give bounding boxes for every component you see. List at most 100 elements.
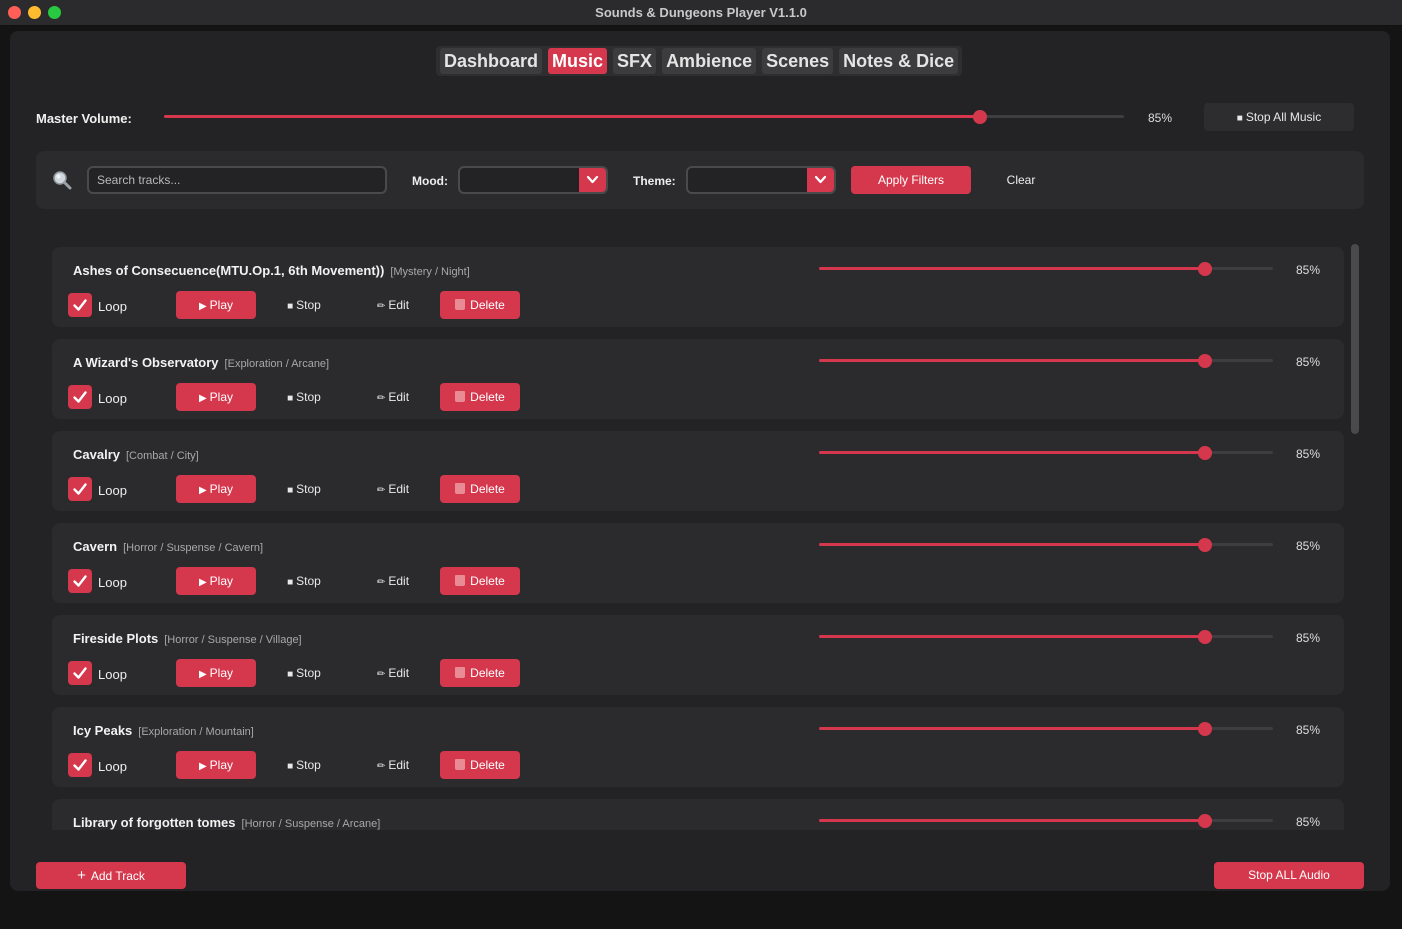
track-tags: [Mystery / Night]	[390, 266, 470, 278]
stop-icon: ■	[287, 301, 294, 312]
track-volume-slider[interactable]	[819, 261, 1273, 277]
apply-filters-button[interactable]: Apply Filters	[851, 166, 971, 194]
delete-button[interactable]: Delete	[440, 475, 520, 503]
track-list-scrollbar[interactable]	[1351, 244, 1359, 434]
pencil-icon: ✏	[376, 485, 386, 496]
tab-sfx[interactable]: SFX	[613, 48, 657, 74]
master-volume-slider[interactable]	[164, 109, 1124, 125]
tab-ambience[interactable]: Ambience	[662, 48, 757, 74]
play-button[interactable]: ▶ Play	[176, 751, 256, 779]
mood-dropdown-toggle[interactable]	[579, 168, 606, 192]
stop-button[interactable]: ■ Stop	[278, 751, 330, 779]
play-icon: ▶	[198, 669, 207, 680]
play-label: Play	[209, 574, 234, 588]
slider-thumb[interactable]	[1197, 262, 1212, 276]
chevron-down-icon	[814, 175, 827, 184]
edit-button[interactable]: ✏ Edit	[368, 659, 418, 687]
edit-button[interactable]: ✏ Edit	[368, 751, 418, 779]
mood-label: Mood:	[412, 174, 448, 188]
play-label: Play	[209, 758, 234, 772]
search-input[interactable]	[87, 166, 387, 194]
loop-checkbox[interactable]	[68, 753, 92, 777]
slider-thumb[interactable]	[973, 110, 987, 124]
track-name: Fireside Plots	[73, 631, 159, 646]
stop-button[interactable]: ■ Stop	[278, 475, 330, 503]
play-button[interactable]: ▶ Play	[176, 383, 256, 411]
edit-button[interactable]: ✏ Edit	[368, 383, 418, 411]
play-button[interactable]: ▶ Play	[176, 291, 256, 319]
stop-label: Stop	[296, 758, 321, 772]
loop-checkbox[interactable]	[68, 569, 92, 593]
track-name: Ashes of Consecuence(MTU.Op.1, 6th Movem…	[73, 263, 385, 278]
master-volume-label: Master Volume:	[36, 111, 132, 126]
play-button[interactable]: ▶ Play	[176, 475, 256, 503]
trash-icon	[455, 391, 466, 402]
loop-checkbox[interactable]	[68, 385, 92, 409]
slider-thumb[interactable]	[1197, 814, 1212, 828]
tab-bar: Dashboard Music SFX Ambience Scenes Note…	[436, 46, 963, 76]
slider-thumb[interactable]	[1197, 538, 1212, 552]
delete-button[interactable]: Delete	[440, 291, 520, 319]
stop-button[interactable]: ■ Stop	[278, 567, 330, 595]
delete-button[interactable]: Delete	[440, 567, 520, 595]
delete-button[interactable]: Delete	[440, 383, 520, 411]
clear-filters-button[interactable]: Clear	[994, 166, 1048, 194]
edit-button[interactable]: ✏ Edit	[368, 291, 418, 319]
slider-thumb[interactable]	[1197, 354, 1212, 368]
track-volume-slider[interactable]	[819, 629, 1273, 645]
stop-all-audio-button[interactable]: Stop ALL Audio	[1214, 862, 1364, 889]
tab-music[interactable]: Music	[548, 48, 608, 74]
stop-label: Stop	[296, 574, 321, 588]
slider-thumb[interactable]	[1197, 722, 1212, 736]
checkmark-icon	[73, 575, 87, 587]
checkmark-icon	[73, 667, 87, 679]
play-label: Play	[209, 298, 234, 312]
track-tags: [Horror / Suspense / Cavern]	[123, 542, 264, 554]
stop-all-music-button[interactable]: ■ Stop All Music	[1204, 103, 1354, 131]
track-title: Cavern [Horror / Suspense / Cavern]	[73, 539, 263, 554]
track-volume-value: 85%	[1296, 355, 1321, 369]
stop-icon: ■	[287, 669, 294, 680]
play-button[interactable]: ▶ Play	[176, 659, 256, 687]
stop-icon: ■	[287, 577, 294, 588]
track-volume-slider[interactable]	[819, 445, 1273, 461]
pencil-icon: ✏	[376, 577, 386, 588]
tab-dashboard[interactable]: Dashboard	[440, 48, 543, 74]
slider-thumb[interactable]	[1197, 446, 1212, 460]
slider-fill	[819, 359, 1205, 362]
loop-checkbox[interactable]	[68, 477, 92, 501]
theme-dropdown[interactable]	[686, 166, 836, 194]
track-volume-slider[interactable]	[819, 721, 1273, 737]
stop-icon: ■	[287, 761, 294, 772]
track-volume-slider[interactable]	[819, 353, 1273, 369]
edit-button[interactable]: ✏ Edit	[368, 567, 418, 595]
track-volume-value: 85%	[1296, 539, 1321, 553]
stop-icon: ■	[287, 393, 294, 404]
edit-button[interactable]: ✏ Edit	[368, 475, 418, 503]
tab-scenes[interactable]: Scenes	[762, 48, 834, 74]
mood-dropdown[interactable]	[458, 166, 608, 194]
track-volume-slider[interactable]	[819, 813, 1273, 829]
tab-notes-dice[interactable]: Notes & Dice	[839, 48, 959, 74]
track-name: A Wizard's Observatory	[73, 355, 219, 370]
track-volume-slider[interactable]	[819, 537, 1273, 553]
track-card: Library of forgotten tomes [Horror / Susp…	[52, 799, 1344, 830]
track-card: Fireside Plots [Horror / Suspense / Villa…	[52, 615, 1344, 695]
stop-button[interactable]: ■ Stop	[278, 291, 330, 319]
track-tags: [Combat / City]	[125, 450, 199, 462]
delete-button[interactable]: Delete	[440, 659, 520, 687]
add-track-button[interactable]: + Add Track	[36, 862, 186, 889]
delete-button[interactable]: Delete	[440, 751, 520, 779]
trash-icon	[455, 575, 466, 586]
stop-button[interactable]: ■ Stop	[278, 383, 330, 411]
theme-dropdown-toggle[interactable]	[807, 168, 834, 192]
stop-button[interactable]: ■ Stop	[278, 659, 330, 687]
track-name: Library of forgotten tomes	[73, 815, 236, 830]
loop-checkbox[interactable]	[68, 293, 92, 317]
trash-icon	[455, 299, 466, 310]
loop-checkbox[interactable]	[68, 661, 92, 685]
slider-thumb[interactable]	[1197, 630, 1212, 644]
play-label: Play	[209, 390, 234, 404]
stop-label: Stop	[296, 298, 321, 312]
play-button[interactable]: ▶ Play	[176, 567, 256, 595]
